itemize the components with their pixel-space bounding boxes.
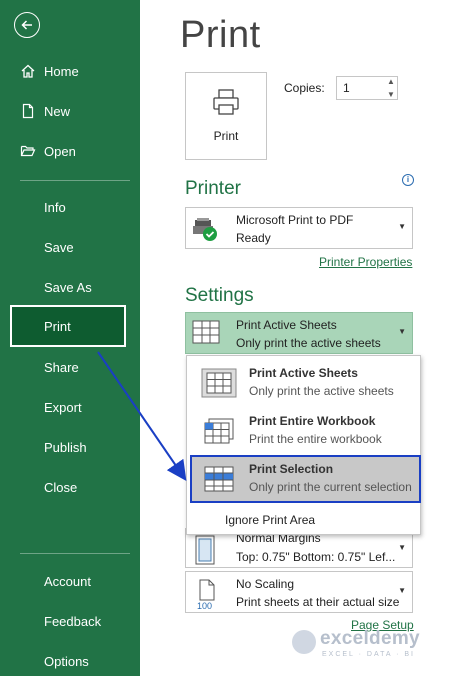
menu-item-title: Print Entire Workbook bbox=[249, 414, 376, 428]
watermark-tagline: EXCEL · DATA · BI bbox=[322, 651, 415, 658]
menu-item-desc: Only print the active sheets bbox=[249, 384, 394, 398]
folder-open-icon bbox=[18, 143, 38, 159]
exceldemy-logo-icon bbox=[292, 630, 316, 654]
sidebar-item-label: Publish bbox=[44, 439, 87, 455]
back-arrow-icon[interactable] bbox=[14, 12, 40, 38]
what-to-print-dropdown[interactable]: Print Active Sheets Only print the activ… bbox=[185, 312, 413, 354]
sidebar-item-label: Save bbox=[44, 239, 74, 255]
sidebar-item-label: Open bbox=[44, 143, 76, 159]
exceldemy-watermark: exceldemy EXCEL · DATA · BI bbox=[292, 628, 453, 662]
what-to-print-title: Print Active Sheets bbox=[236, 318, 337, 332]
chevron-down-icon: ▼ bbox=[398, 586, 406, 595]
sidebar-item-save-as[interactable]: Save As bbox=[0, 268, 140, 306]
sidebar-divider bbox=[20, 553, 130, 554]
sidebar-item-label: Options bbox=[44, 653, 89, 669]
scaling-dropdown[interactable]: 100 No Scaling Print sheets at their act… bbox=[185, 571, 413, 613]
sidebar-item-options[interactable]: Options bbox=[0, 642, 140, 676]
sidebar-item-label: Info bbox=[44, 199, 66, 215]
active-sheets-icon bbox=[201, 368, 237, 403]
scaling-title: No Scaling bbox=[236, 577, 295, 591]
scaling-icon: 100 bbox=[191, 578, 221, 615]
sidebar-item-save[interactable]: Save bbox=[0, 228, 140, 266]
chevron-down-icon[interactable]: ▼ bbox=[387, 90, 395, 99]
sheet-grid-icon bbox=[191, 319, 221, 352]
scaling-desc: Print sheets at their actual size bbox=[236, 595, 400, 609]
watermark-name: exceldemy bbox=[320, 628, 420, 649]
sidebar-item-label: Close bbox=[44, 479, 78, 495]
entire-workbook-icon bbox=[201, 416, 237, 451]
printer-dropdown[interactable]: Microsoft Print to PDF Ready ▼ bbox=[185, 207, 413, 249]
print-panel: Print Print Copies: 1 ▲ ▼ Printer i Micr… bbox=[140, 0, 453, 676]
selection-icon bbox=[201, 464, 237, 499]
sidebar-item-label: Home bbox=[44, 63, 79, 79]
sidebar-item-close[interactable]: Close bbox=[0, 468, 140, 506]
what-to-print-menu: Print Active Sheets Only print the activ… bbox=[186, 355, 421, 535]
menu-item-print-selection[interactable]: Print Selection Only print the current s… bbox=[190, 455, 421, 503]
sidebar-item-info[interactable]: Info bbox=[0, 188, 140, 226]
print-button-label: Print bbox=[213, 129, 239, 143]
menu-item-print-entire-workbook[interactable]: Print Entire Workbook Print the entire w… bbox=[191, 408, 416, 454]
backstage-sidebar: Home New Open Info Save Save As Print Sh… bbox=[0, 0, 140, 676]
sidebar-item-home[interactable]: Home bbox=[0, 52, 140, 90]
info-icon[interactable]: i bbox=[402, 174, 414, 186]
print-button[interactable]: Print bbox=[185, 72, 267, 160]
copies-label: Copies: bbox=[284, 81, 325, 95]
ignore-print-area-option[interactable]: Ignore Print Area bbox=[225, 513, 315, 527]
copies-spinner[interactable]: ▲ ▼ bbox=[384, 77, 398, 99]
sidebar-item-label: Share bbox=[44, 359, 79, 375]
sidebar-item-label: Feedback bbox=[44, 613, 102, 629]
new-document-icon bbox=[18, 103, 38, 119]
sidebar-item-print[interactable]: Print bbox=[10, 305, 126, 347]
scaling-icon-text: 100 bbox=[197, 601, 212, 610]
sidebar-item-label: Save As bbox=[44, 279, 92, 295]
chevron-down-icon: ▼ bbox=[398, 543, 406, 552]
sidebar-item-label: Export bbox=[44, 399, 82, 415]
home-icon bbox=[18, 63, 38, 79]
menu-item-title: Print Selection bbox=[249, 462, 334, 476]
sidebar-divider bbox=[20, 180, 130, 181]
printer-heading: Printer bbox=[185, 178, 241, 199]
sidebar-item-account[interactable]: Account bbox=[0, 562, 140, 600]
sidebar-item-publish[interactable]: Publish bbox=[0, 428, 140, 466]
chevron-down-icon: ▼ bbox=[398, 222, 406, 231]
margins-icon bbox=[191, 535, 219, 570]
settings-heading: Settings bbox=[185, 285, 254, 306]
printer-name: Microsoft Print to PDF bbox=[236, 213, 354, 227]
menu-item-title: Print Active Sheets bbox=[249, 366, 358, 380]
menu-item-desc: Only print the current selection bbox=[249, 480, 412, 494]
menu-item-print-active-sheets[interactable]: Print Active Sheets Only print the activ… bbox=[191, 360, 416, 406]
sidebar-item-new[interactable]: New bbox=[0, 92, 140, 130]
printer-status: Ready bbox=[236, 231, 271, 245]
sidebar-item-label: Account bbox=[44, 573, 91, 589]
page-title: Print bbox=[180, 14, 261, 56]
printer-icon bbox=[211, 87, 241, 122]
printer-properties-link[interactable]: Printer Properties bbox=[319, 255, 412, 269]
sidebar-item-feedback[interactable]: Feedback bbox=[0, 602, 140, 640]
menu-item-desc: Print the entire workbook bbox=[249, 432, 382, 446]
what-to-print-desc: Only print the active sheets bbox=[236, 336, 381, 350]
sidebar-item-export[interactable]: Export bbox=[0, 388, 140, 426]
chevron-up-icon[interactable]: ▲ bbox=[387, 77, 395, 86]
sidebar-item-label: Print bbox=[44, 318, 71, 334]
sidebar-item-share[interactable]: Share bbox=[0, 348, 140, 386]
sidebar-item-label: New bbox=[44, 103, 71, 119]
sidebar-item-open[interactable]: Open bbox=[0, 132, 140, 170]
chevron-down-icon: ▼ bbox=[398, 327, 406, 336]
margins-desc: Top: 0.75" Bottom: 0.75" Lef... bbox=[236, 550, 396, 564]
printer-ready-icon bbox=[191, 214, 221, 249]
